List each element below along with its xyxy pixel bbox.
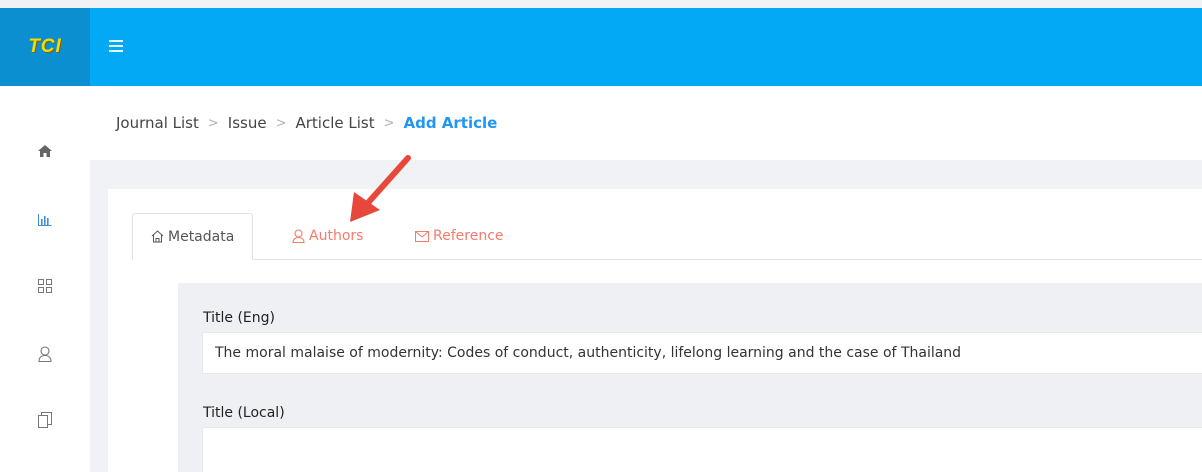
hamburger-menu-icon[interactable] <box>109 40 123 52</box>
title-eng-label: Title (Eng) <box>203 310 275 326</box>
user-icon[interactable] <box>35 344 55 364</box>
bar-chart-icon[interactable] <box>35 210 55 230</box>
home-icon[interactable] <box>35 141 55 161</box>
tab-reference-label: Reference <box>433 228 504 244</box>
title-eng-input[interactable]: The moral malaise of modernity: Codes of… <box>202 332 1202 374</box>
home-outline-icon <box>151 230 164 243</box>
breadcrumb-article-list[interactable]: Article List <box>295 114 374 132</box>
chevron-right-icon: > <box>207 115 219 131</box>
tab-metadata-label: Metadata <box>168 228 235 245</box>
logo[interactable]: TCI <box>0 8 90 86</box>
tab-reference[interactable]: Reference <box>415 213 504 259</box>
tab-bar: Metadata Authors Reference <box>132 213 1202 260</box>
breadcrumb-current: Add Article <box>403 114 498 132</box>
breadcrumb-bar: Journal List > Issue > Article List > Ad… <box>90 86 1202 160</box>
tab-authors[interactable]: Authors <box>292 213 363 259</box>
documents-icon[interactable] <box>35 410 55 430</box>
breadcrumb-journal-list[interactable]: Journal List <box>116 114 199 132</box>
article-card: Metadata Authors Reference Title (Eng) T… <box>108 189 1202 472</box>
breadcrumb-issue[interactable]: Issue <box>228 114 267 132</box>
title-local-input[interactable] <box>202 427 1202 472</box>
tab-authors-label: Authors <box>309 228 364 244</box>
chevron-right-icon: > <box>275 115 287 131</box>
title-local-label: Title (Local) <box>203 405 285 421</box>
breadcrumb: Journal List > Issue > Article List > Ad… <box>116 114 497 132</box>
sidebar <box>0 86 90 472</box>
logo-text: TCI <box>28 36 62 57</box>
grid-icon[interactable] <box>35 276 55 296</box>
top-navbar <box>90 8 1202 86</box>
metadata-form: Title (Eng) The moral malaise of moderni… <box>178 283 1202 472</box>
tab-metadata[interactable]: Metadata <box>132 213 254 260</box>
chevron-right-icon: > <box>383 115 395 131</box>
envelope-icon <box>415 230 429 242</box>
user-outline-icon <box>292 229 305 243</box>
